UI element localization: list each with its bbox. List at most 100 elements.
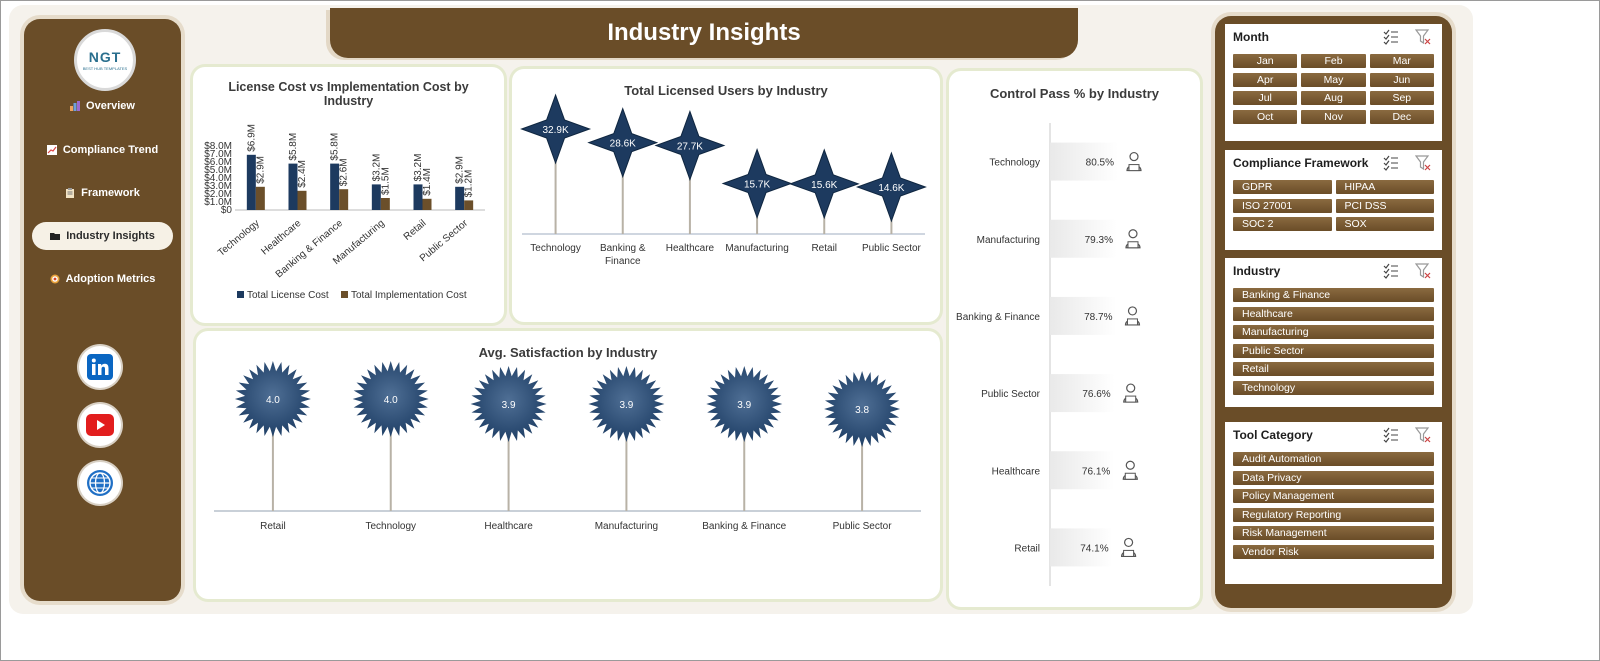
nav-compliance-trend[interactable]: Compliance Trend: [32, 136, 173, 164]
filter-chip-apr[interactable]: Apr: [1233, 72, 1298, 87]
person-icon: [1120, 537, 1137, 558]
nav-overview[interactable]: Overview: [32, 92, 173, 120]
filter-chip-public-sector[interactable]: Public Sector: [1233, 343, 1434, 358]
data-label: 80.5%: [1086, 158, 1114, 169]
x-tick-label: Public Sector: [833, 521, 893, 532]
filter-chip-retail[interactable]: Retail: [1233, 362, 1434, 377]
filter-chip-dec[interactable]: Dec: [1369, 109, 1434, 124]
y-tick-label: Public Sector: [981, 389, 1041, 400]
filter-chip-risk-management[interactable]: Risk Management: [1233, 526, 1434, 541]
filter-panel: Month Jan Feb Mar Apr May Jun Jul Aug Sep Oct Nov D…: [1215, 16, 1452, 608]
filter-chip-oct[interactable]: Oct: [1233, 109, 1298, 124]
bar-total-implementation-cost-healthcare: [297, 190, 307, 210]
filter-chip-manufacturing[interactable]: Manufacturing: [1233, 325, 1434, 340]
person-head: [1127, 306, 1138, 316]
legend-swatch-implementation: [341, 291, 348, 298]
data-label: 78.7%: [1084, 312, 1112, 323]
data-label: 76.6%: [1082, 389, 1110, 400]
satisfaction-chart: 4.0 Retail 4.0 Technology 3.9 Healthcare 3.9 Ma…: [214, 361, 921, 532]
filter-chip-sep[interactable]: Sep: [1369, 91, 1434, 106]
nav-adoption-metrics[interactable]: Adoption Metrics: [32, 265, 173, 293]
data-label: 3.9: [737, 400, 751, 411]
laptop-screen: [1125, 395, 1137, 403]
data-label: $1.4M: [422, 168, 433, 196]
satisfaction-card: Avg. Satisfaction by Industry 4.0 Retail 4…: [196, 331, 940, 599]
data-label: $1.2M: [464, 170, 475, 198]
person-head: [1128, 229, 1138, 239]
filter-chip-feb[interactable]: Feb: [1301, 54, 1366, 68]
filter-chip-regulatory-reporting[interactable]: Regulatory Reporting: [1233, 507, 1434, 522]
data-label: 32.9K: [543, 125, 569, 136]
filter-chip-gdpr[interactable]: GDPR: [1233, 180, 1332, 194]
filter-chip-data-privacy[interactable]: Data Privacy: [1233, 470, 1434, 485]
data-label: 79.3%: [1085, 235, 1113, 246]
filter-chip-iso-27001[interactable]: ISO 27001: [1233, 198, 1332, 213]
multi-select-icon[interactable]: [1383, 29, 1399, 45]
laptop-screen: [1128, 164, 1140, 172]
data-label: 4.0: [266, 395, 280, 406]
data-label: 14.6K: [878, 183, 904, 194]
multi-select-icon[interactable]: [1383, 155, 1399, 171]
filter-chip-hipaa[interactable]: HIPAA: [1335, 180, 1434, 194]
nav-framework[interactable]: Framework: [32, 179, 173, 207]
laptop-screen: [1127, 241, 1139, 249]
filter-chip-pci-dss[interactable]: PCI DSS: [1335, 198, 1434, 213]
filter-chip-aug[interactable]: Aug: [1301, 91, 1366, 106]
linkedin-button[interactable]: [79, 346, 121, 388]
person-icon: [1122, 460, 1138, 480]
filter-chip-mar[interactable]: Mar: [1369, 54, 1434, 68]
filter-chip-healthcare[interactable]: Healthcare: [1233, 306, 1434, 321]
clear-filter-icon[interactable]: [1415, 263, 1431, 279]
nav-framework-label: Framework: [81, 187, 140, 199]
filter-chip-may[interactable]: May: [1301, 72, 1366, 87]
filter-chip-jul[interactable]: Jul: [1233, 91, 1298, 106]
website-button[interactable]: [79, 462, 121, 504]
filter-chip-jun[interactable]: Jun: [1369, 72, 1434, 87]
multi-select-icon[interactable]: [1383, 263, 1399, 279]
filter-chip-banking-finance[interactable]: Banking & Finance: [1233, 288, 1434, 302]
filter-chip-policy-management[interactable]: Policy Management: [1233, 489, 1434, 504]
clear-filter-icon[interactable]: [1415, 29, 1431, 45]
y-tick-label: $8.0M: [204, 141, 232, 152]
data-label: $2.4M: [297, 160, 308, 188]
filter-chip-vendor-risk[interactable]: Vendor Risk: [1233, 545, 1434, 559]
data-label: $1.5M: [380, 167, 391, 195]
filter-chip-sox[interactable]: SOX: [1335, 217, 1434, 232]
data-label: 3.9: [619, 400, 633, 411]
data-label: 3.9: [502, 400, 516, 411]
person-head: [1123, 537, 1134, 548]
logo-tagline: BEST HUB TEMPLATES: [82, 66, 128, 71]
person-head: [1129, 151, 1139, 162]
filter-chip-nov[interactable]: Nov: [1301, 109, 1366, 124]
license-cost-chart: $0$1.0M$2.0M$3.0M$4.0M$5.0M$6.0M$7.0M$8.…: [204, 124, 485, 301]
licensed-users-chart: 32.9K Technology 28.6K Banking & Finance 27.7…: [520, 93, 927, 267]
nav-compliance-trend-label: Compliance Trend: [62, 144, 159, 156]
control-pass-card: Control Pass % by Industry Technology 80.…: [949, 71, 1200, 607]
folder-icon: [50, 233, 61, 240]
slicer-industry-title: Industry: [1233, 264, 1281, 278]
multi-select-icon[interactable]: [1383, 427, 1399, 443]
nav-industry-insights[interactable]: Industry Insights: [32, 222, 173, 250]
nav-industry-insights-label: Industry Insights: [66, 230, 155, 242]
x-tick-label: Healthcare: [484, 521, 533, 532]
filter-chip-technology[interactable]: Technology: [1233, 381, 1434, 395]
x-tick-label: Healthcare: [666, 243, 715, 254]
x-tick-label: Technology: [530, 243, 581, 254]
data-label: $6.9M: [246, 124, 257, 152]
filter-chip-audit-automation[interactable]: Audit Automation: [1233, 452, 1434, 466]
data-label: $2.6M: [339, 158, 350, 186]
data-label: 27.7K: [677, 141, 703, 152]
clear-filter-icon[interactable]: [1415, 155, 1431, 171]
globe-icon: [87, 470, 113, 496]
filter-chip-soc-2[interactable]: SOC 2: [1233, 217, 1332, 232]
clear-filter-icon[interactable]: [1415, 427, 1431, 443]
laptop-screen: [1123, 549, 1135, 557]
filter-chip-jan[interactable]: Jan: [1233, 54, 1298, 68]
y-tick-label: Technology: [989, 158, 1040, 169]
slicer-tool-category-title: Tool Category: [1233, 428, 1313, 442]
logo: NGT BEST HUB TEMPLATES: [74, 29, 136, 91]
x-tick-label: Manufacturing: [595, 521, 658, 532]
youtube-button[interactable]: [79, 404, 121, 446]
data-label: $5.8M: [288, 133, 299, 161]
laptop-screen: [1126, 318, 1138, 326]
